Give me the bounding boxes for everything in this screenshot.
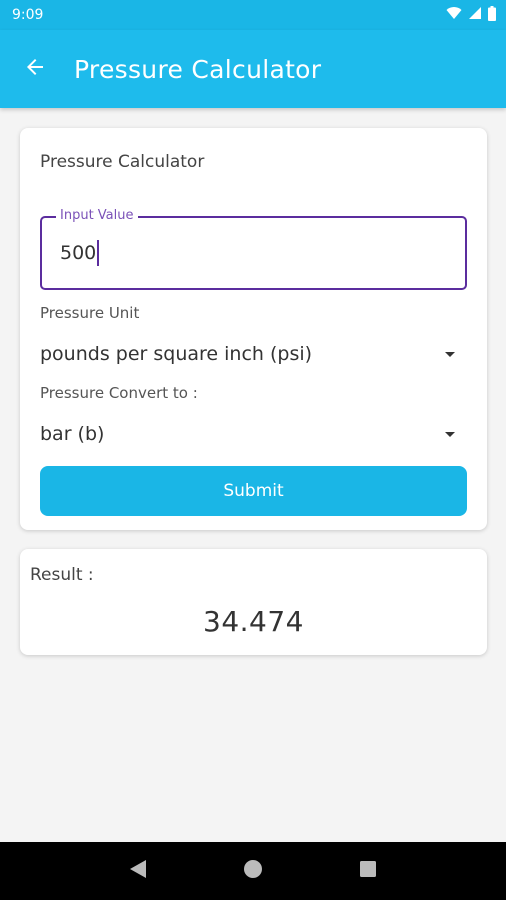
pressure-unit-label: Pressure Unit xyxy=(40,304,140,322)
pressure-convert-value: bar (b) xyxy=(40,423,105,445)
nav-home-icon xyxy=(243,859,263,883)
chevron-down-icon xyxy=(445,351,455,357)
status-icons xyxy=(446,5,496,25)
calculator-card: Pressure Calculator Input Value 500 Pres… xyxy=(20,128,487,530)
text-cursor xyxy=(97,240,100,266)
input-value-field[interactable]: Input Value 500 xyxy=(40,208,467,290)
nav-recents-button[interactable] xyxy=(348,851,388,891)
pressure-unit-select[interactable]: pounds per square inch (psi) xyxy=(40,338,467,370)
card-title: Pressure Calculator xyxy=(40,152,205,172)
page-title: Pressure Calculator xyxy=(74,54,322,84)
nav-home-button[interactable] xyxy=(233,851,273,891)
signal-icon xyxy=(468,6,482,24)
nav-recents-icon xyxy=(359,860,377,882)
pressure-convert-select[interactable]: bar (b) xyxy=(40,418,467,450)
result-card: Result : 34.474 xyxy=(20,549,487,655)
result-label: Result : xyxy=(30,565,94,585)
nav-back-button[interactable] xyxy=(118,851,158,891)
arrow-back-icon xyxy=(23,55,47,83)
result-value: 34.474 xyxy=(203,605,304,638)
input-value-text: 500 xyxy=(60,242,97,264)
back-button[interactable] xyxy=(12,46,58,92)
input-value-text-wrap: 500 xyxy=(60,240,100,266)
pressure-unit-value: pounds per square inch (psi) xyxy=(40,343,313,365)
submit-button[interactable]: Submit xyxy=(40,466,467,516)
battery-icon xyxy=(488,5,496,25)
status-bar: 9:09 xyxy=(0,0,506,30)
chevron-down-icon xyxy=(445,431,455,437)
input-value-label: Input Value xyxy=(56,208,138,223)
system-nav-bar xyxy=(0,842,506,900)
app-bar: Pressure Calculator xyxy=(0,30,506,108)
pressure-convert-label: Pressure Convert to : xyxy=(40,384,198,402)
nav-back-icon xyxy=(129,859,147,883)
status-time: 9:09 xyxy=(12,7,44,23)
wifi-icon xyxy=(446,6,462,24)
